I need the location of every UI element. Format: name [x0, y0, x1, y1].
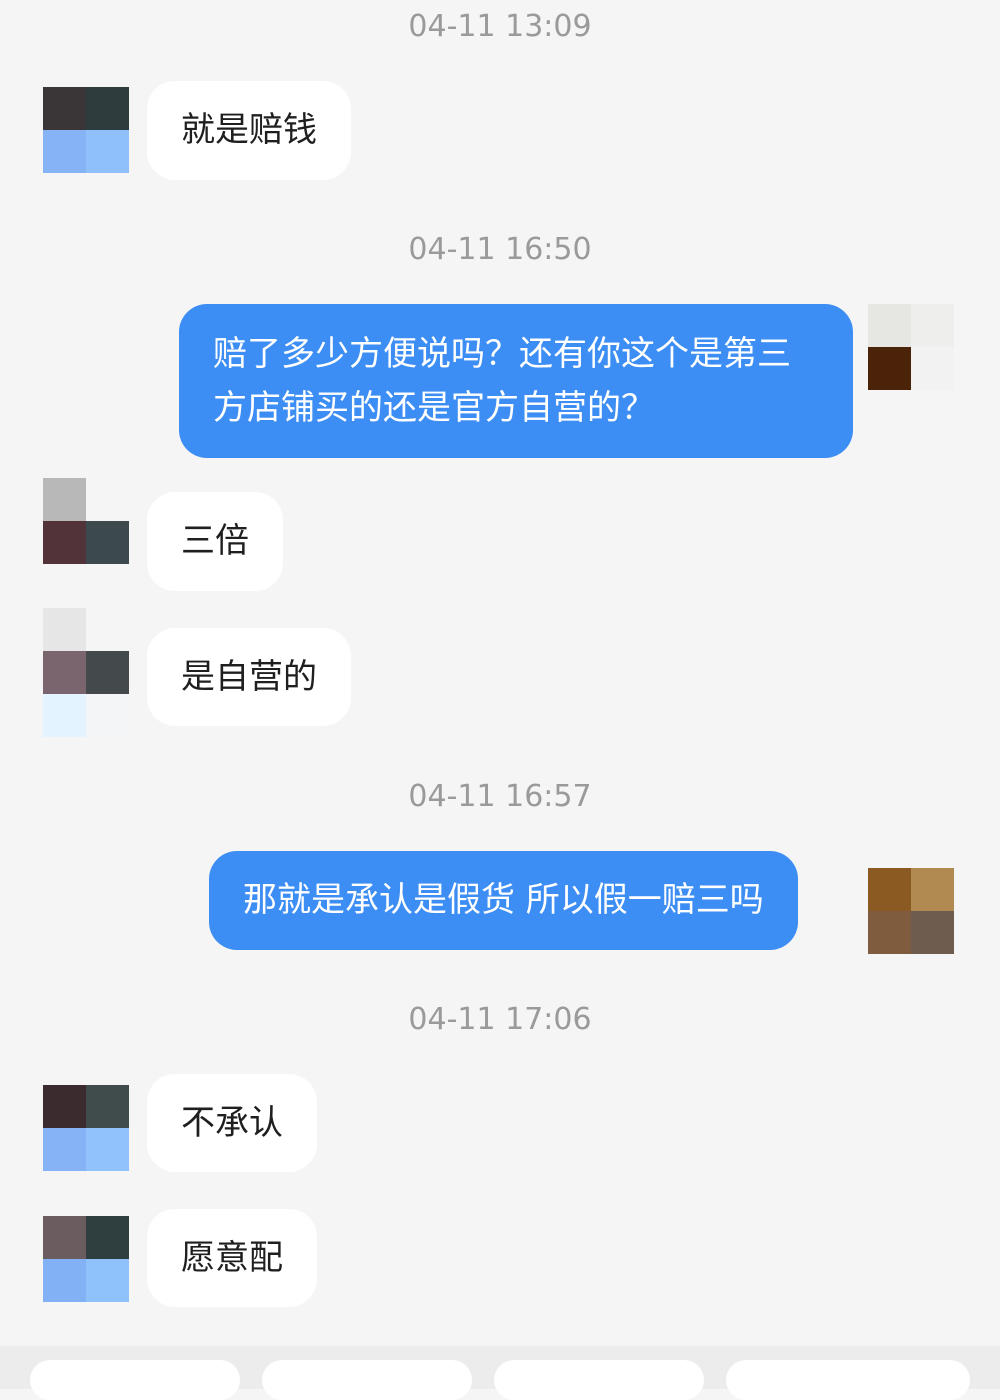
- quick-reply-button[interactable]: [494, 1360, 704, 1400]
- message-bubble-incoming[interactable]: 不承认: [147, 1074, 317, 1172]
- timestamp: 04-11 17:06: [408, 1002, 592, 1037]
- timestamp: 04-11 16:50: [408, 232, 592, 267]
- contact-avatar[interactable]: [43, 608, 129, 737]
- contact-avatar[interactable]: [43, 1216, 129, 1302]
- my-avatar[interactable]: [868, 304, 954, 390]
- composer-bar: [0, 1346, 1000, 1400]
- message-bubble-incoming[interactable]: 是自营的: [147, 628, 351, 726]
- quick-reply-button[interactable]: [726, 1360, 970, 1400]
- contact-avatar[interactable]: [43, 478, 129, 564]
- contact-avatar[interactable]: [43, 87, 129, 173]
- contact-avatar[interactable]: [43, 1085, 129, 1171]
- message-bubble-outgoing[interactable]: 那就是承认是假货 所以假一赔三吗: [209, 851, 798, 950]
- message-bubble-outgoing[interactable]: 赔了多少方便说吗？还有你这个是第三方店铺买的还是官方自营的？: [179, 304, 853, 458]
- timestamp: 04-11 16:57: [408, 779, 592, 814]
- quick-reply-button[interactable]: [30, 1360, 240, 1400]
- my-avatar[interactable]: [868, 868, 954, 954]
- timestamp: 04-11 13:09: [408, 9, 592, 44]
- message-bubble-incoming[interactable]: 三倍: [147, 492, 283, 591]
- quick-reply-button[interactable]: [262, 1360, 472, 1400]
- message-bubble-incoming[interactable]: 就是赔钱: [147, 81, 351, 180]
- message-bubble-incoming[interactable]: 愿意配: [147, 1209, 317, 1307]
